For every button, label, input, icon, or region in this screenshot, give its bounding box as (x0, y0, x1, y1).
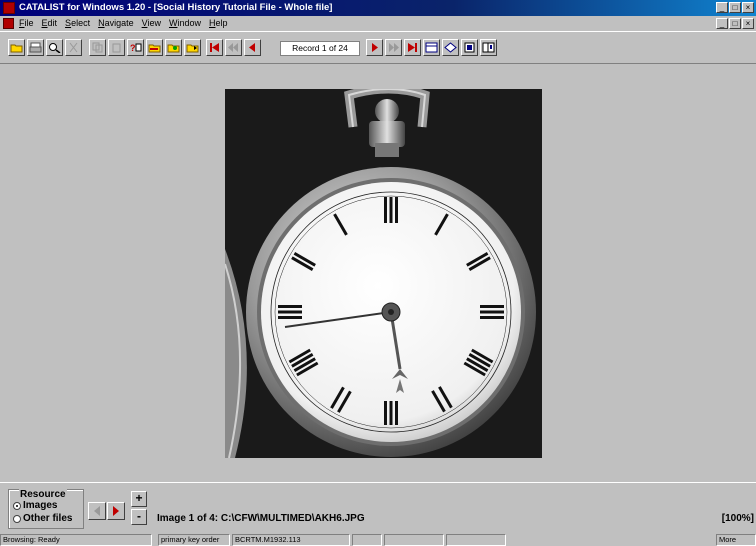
title-bar[interactable]: CATALIST for Windows 1.20 - [Social Hist… (0, 0, 756, 16)
menu-view[interactable]: View (142, 18, 161, 28)
sort-icon[interactable] (146, 39, 163, 56)
document-icon[interactable] (3, 18, 14, 29)
find-icon[interactable] (46, 39, 63, 56)
images-radio-option[interactable]: Images (13, 500, 57, 511)
status-panel-empty-3 (446, 534, 506, 546)
print-icon[interactable] (27, 39, 44, 56)
filter-icon[interactable] (165, 39, 182, 56)
menu-file[interactable]: File (19, 18, 34, 28)
zoom-level: [100%] (721, 513, 754, 524)
previous-page-icon[interactable] (225, 39, 242, 56)
form-view-icon[interactable] (423, 39, 440, 56)
app-icon[interactable] (3, 2, 15, 14)
status-panel-empty-1 (352, 534, 382, 546)
resource-panel: Resource Images Other files + - Image 1 … (0, 482, 756, 533)
image-icon[interactable] (480, 39, 497, 56)
svg-text:?: ? (130, 43, 136, 53)
menu-window[interactable]: Window (169, 18, 201, 28)
table-view-icon[interactable] (442, 39, 459, 56)
window-controls: _ □ × (716, 2, 754, 13)
image-caption: Image 1 of 4: C:\CFW\MULTIMED\AKH6.JPG (157, 513, 365, 524)
next-record-icon[interactable] (366, 39, 383, 56)
menu-edit[interactable]: Edit (42, 18, 58, 28)
query-icon[interactable]: ? (127, 39, 144, 56)
images-label: Images (23, 500, 58, 511)
maximize-button[interactable]: □ (729, 2, 741, 13)
open-folder-icon[interactable] (8, 39, 25, 56)
next-image-icon (113, 506, 119, 516)
status-bar: Browsing: Ready primary key order BCRTM.… (0, 533, 756, 546)
resource-title: Resource (19, 489, 67, 500)
report-icon[interactable] (184, 39, 201, 56)
menu-bar: File Edit Select Navigate View Window He… (0, 16, 756, 31)
status-panel-empty-2 (384, 534, 444, 546)
minimize-button[interactable]: _ (716, 2, 728, 13)
resource-group: Resource Images Other files (8, 489, 84, 529)
copy-icon[interactable] (89, 39, 106, 56)
previous-image-icon (94, 506, 100, 516)
previous-record-icon[interactable] (244, 39, 261, 56)
menu-navigate[interactable]: Navigate (98, 18, 134, 28)
menu-help[interactable]: Help (209, 18, 228, 28)
status-record-key: BCRTM.M1932.113 (232, 534, 350, 546)
paste-icon[interactable] (108, 39, 125, 56)
cut-icon[interactable] (65, 39, 82, 56)
doc-restore-button[interactable]: □ (729, 18, 741, 29)
last-record-icon[interactable] (404, 39, 421, 56)
book-icon[interactable] (461, 39, 478, 56)
toolbar: ? Record 1 of 24 (0, 31, 756, 64)
other-files-label: Other files (23, 513, 73, 524)
status-order: primary key order (158, 534, 230, 546)
close-button[interactable]: × (742, 2, 754, 13)
zoom-in-button[interactable]: + (131, 491, 147, 507)
next-image-button[interactable] (107, 502, 125, 520)
previous-image-button[interactable] (88, 502, 106, 520)
first-record-icon[interactable] (206, 39, 223, 56)
menu-select[interactable]: Select (65, 18, 90, 28)
next-page-icon[interactable] (385, 39, 402, 56)
doc-close-button[interactable]: × (742, 18, 754, 29)
document-window-controls: _ □ × (716, 18, 754, 29)
other-files-radio-option[interactable]: Other files (13, 513, 72, 524)
zoom-out-button[interactable]: - (131, 509, 147, 525)
image-viewer (0, 64, 756, 482)
doc-minimize-button[interactable]: _ (716, 18, 728, 29)
status-state: Browsing: Ready (0, 534, 152, 546)
other-files-radio[interactable] (13, 514, 21, 523)
images-radio[interactable] (13, 501, 21, 510)
pocket-watch-image[interactable] (225, 89, 542, 458)
record-indicator: Record 1 of 24 (280, 41, 360, 56)
window-title: CATALIST for Windows 1.20 - [Social Hist… (19, 2, 333, 13)
more-button[interactable]: More (716, 534, 756, 546)
